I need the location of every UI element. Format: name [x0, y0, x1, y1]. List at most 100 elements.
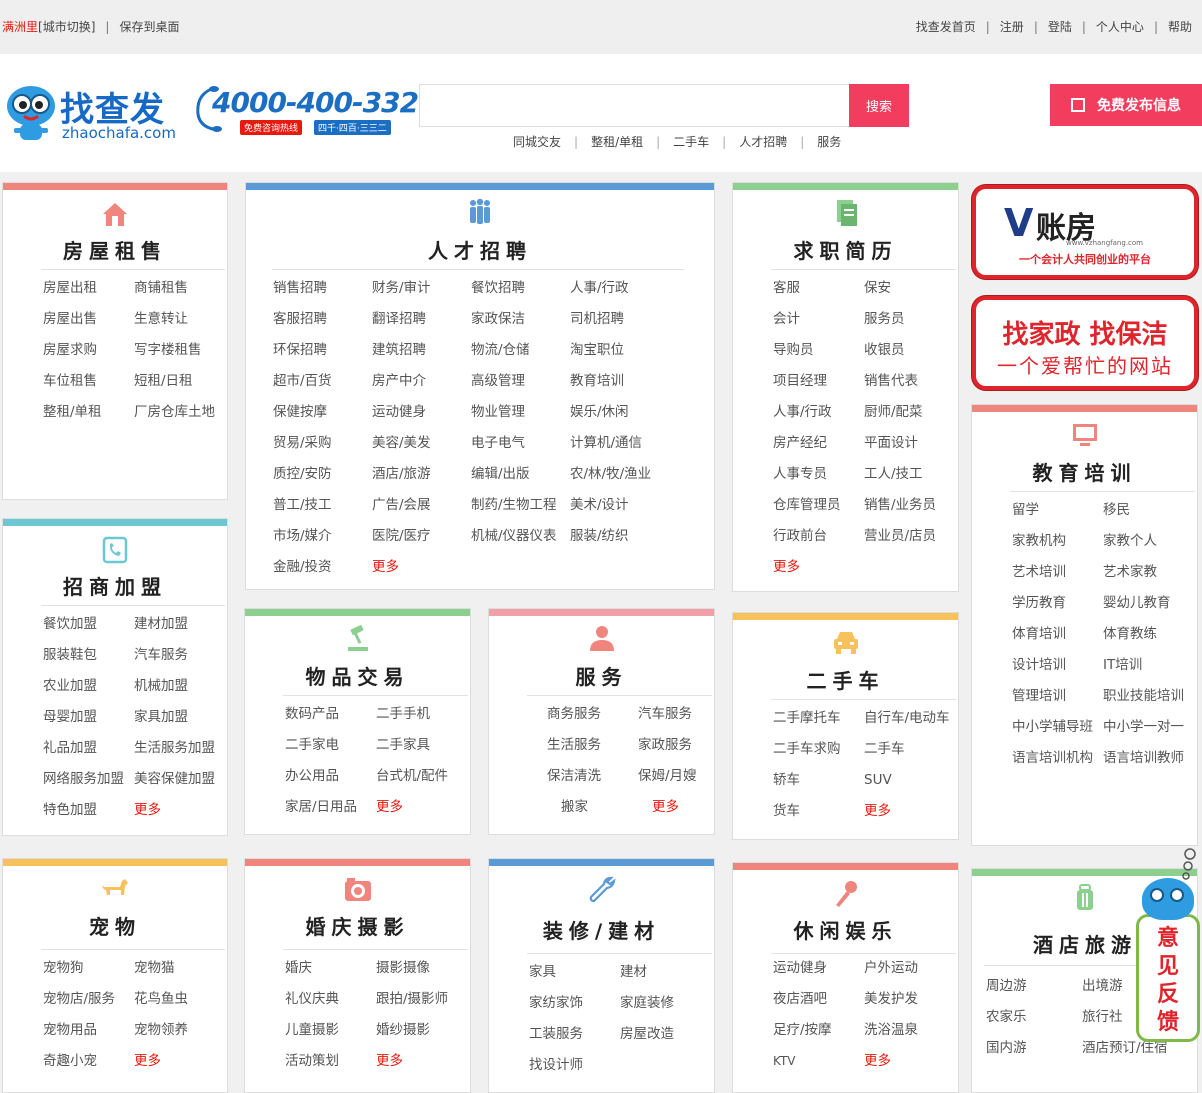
- more-link[interactable]: 更多: [638, 798, 738, 829]
- category-link[interactable]: 建筑招聘: [372, 341, 471, 372]
- category-link[interactable]: 汽车服务: [134, 646, 234, 677]
- category-link[interactable]: 花鸟鱼虫: [134, 990, 234, 1021]
- search-button[interactable]: 搜索: [849, 84, 909, 127]
- category-link[interactable]: 农业加盟: [43, 677, 134, 708]
- category-link[interactable]: 编辑/出版: [471, 465, 570, 496]
- category-link[interactable]: 服务员: [864, 310, 964, 341]
- category-link[interactable]: 宠物店/服务: [43, 990, 134, 1021]
- category-link[interactable]: 家教机构: [1012, 532, 1103, 563]
- category-link[interactable]: 轿车: [773, 771, 864, 802]
- category-link[interactable]: 国内游: [986, 1039, 1082, 1070]
- category-link[interactable]: 婚纱摄影: [376, 1021, 476, 1052]
- category-link[interactable]: 宠物领养: [134, 1021, 234, 1052]
- category-link[interactable]: 仓库管理员: [773, 496, 864, 527]
- category-link[interactable]: 人事/行政: [570, 279, 669, 310]
- quick-link[interactable]: 二手车: [673, 135, 709, 149]
- category-link[interactable]: 营业员/店员: [864, 527, 964, 558]
- category-link[interactable]: 商务服务: [547, 705, 638, 736]
- category-link[interactable]: 制药/生物工程: [471, 496, 570, 527]
- category-link[interactable]: 房产中介: [372, 372, 471, 403]
- login-link[interactable]: 登陆: [1048, 20, 1072, 34]
- category-link[interactable]: 高级管理: [471, 372, 570, 403]
- category-link[interactable]: 二手家电: [285, 736, 376, 767]
- category-link[interactable]: 周边游: [986, 977, 1082, 1008]
- category-link[interactable]: 自行车/电动车: [864, 709, 964, 740]
- category-link[interactable]: 学历教育: [1012, 594, 1103, 625]
- category-link[interactable]: 医院/医疗: [372, 527, 471, 558]
- category-link[interactable]: 整租/单租: [43, 403, 134, 434]
- category-link[interactable]: 礼品加盟: [43, 739, 134, 770]
- category-link[interactable]: 婚庆: [285, 959, 376, 990]
- category-link[interactable]: 房屋出售: [43, 310, 134, 341]
- category-link[interactable]: 语言培训机构: [1012, 749, 1103, 780]
- more-link[interactable]: 更多: [134, 1052, 234, 1083]
- category-link[interactable]: 货车: [773, 802, 864, 833]
- category-link[interactable]: 礼仪庆典: [285, 990, 376, 1021]
- category-link[interactable]: 体育培训: [1012, 625, 1103, 656]
- category-link[interactable]: 搬家: [547, 798, 638, 829]
- category-link[interactable]: 平面设计: [864, 434, 964, 465]
- feedback-widget[interactable]: 意见反馈: [1134, 848, 1202, 1044]
- category-link[interactable]: 贸易/采购: [273, 434, 372, 465]
- category-link[interactable]: 服装/纺织: [570, 527, 669, 558]
- category-link[interactable]: 户外运动: [864, 959, 964, 990]
- quick-link[interactable]: 整租/单租: [591, 135, 643, 149]
- more-link[interactable]: 更多: [773, 558, 864, 589]
- category-link[interactable]: SUV: [864, 771, 964, 802]
- category-link[interactable]: 酒店/旅游: [372, 465, 471, 496]
- category-link[interactable]: 艺术家教: [1103, 563, 1202, 594]
- category-link[interactable]: 建材: [620, 963, 720, 994]
- category-link[interactable]: 房屋改造: [620, 1025, 720, 1056]
- category-link[interactable]: 家政服务: [638, 736, 738, 767]
- category-link[interactable]: 短租/日租: [134, 372, 234, 403]
- category-link[interactable]: 计算机/通信: [570, 434, 669, 465]
- category-link[interactable]: 管理培训: [1012, 687, 1103, 718]
- category-link[interactable]: 摄影摄像: [376, 959, 476, 990]
- category-link[interactable]: 家居/日用品: [285, 798, 376, 829]
- category-link[interactable]: 房产经纪: [773, 434, 864, 465]
- feedback-box[interactable]: 意见反馈: [1136, 914, 1200, 1042]
- category-link[interactable]: 婴幼儿教育: [1103, 594, 1202, 625]
- category-link[interactable]: 财务/审计: [372, 279, 471, 310]
- category-link[interactable]: 中小学辅导班: [1012, 718, 1103, 749]
- category-link[interactable]: 运动健身: [372, 403, 471, 434]
- category-link[interactable]: 娱乐/休闲: [570, 403, 669, 434]
- category-link[interactable]: 特色加盟: [43, 801, 134, 832]
- help-link[interactable]: 帮助: [1168, 20, 1192, 34]
- category-link[interactable]: 生活服务: [547, 736, 638, 767]
- category-link[interactable]: 体育教练: [1103, 625, 1202, 656]
- register-link[interactable]: 注册: [1000, 20, 1024, 34]
- category-link[interactable]: 台式机/配件: [376, 767, 476, 798]
- search-input[interactable]: [419, 84, 849, 127]
- category-link[interactable]: 电子电气: [471, 434, 570, 465]
- category-link[interactable]: 留学: [1012, 501, 1103, 532]
- more-link[interactable]: 更多: [134, 801, 234, 832]
- category-link[interactable]: 农家乐: [986, 1008, 1082, 1039]
- category-link[interactable]: 厂房仓库土地: [134, 403, 234, 434]
- category-link[interactable]: 广告/会展: [372, 496, 471, 527]
- home-link[interactable]: 找查发首页: [916, 20, 976, 34]
- category-link[interactable]: 美发护发: [864, 990, 964, 1021]
- category-link[interactable]: 房屋出租: [43, 279, 134, 310]
- category-link[interactable]: 汽车服务: [638, 705, 738, 736]
- category-link[interactable]: 保安: [864, 279, 964, 310]
- more-link[interactable]: 更多: [864, 802, 964, 833]
- category-link[interactable]: 宠物用品: [43, 1021, 134, 1052]
- category-link[interactable]: 美容保健加盟: [134, 770, 234, 801]
- category-link[interactable]: 跟拍/摄影师: [376, 990, 476, 1021]
- category-link[interactable]: 客服: [773, 279, 864, 310]
- category-link[interactable]: 家具: [529, 963, 620, 994]
- category-link[interactable]: KTV: [773, 1052, 864, 1083]
- category-link[interactable]: 设计培训: [1012, 656, 1103, 687]
- category-link[interactable]: 家教个人: [1103, 532, 1202, 563]
- ad-zhangfang[interactable]: V 账房 www.vzhangfang.com 一个会计人共同创业的平台: [972, 185, 1198, 279]
- category-link[interactable]: 运动健身: [773, 959, 864, 990]
- category-link[interactable]: 二手家具: [376, 736, 476, 767]
- category-link[interactable]: 移民: [1103, 501, 1202, 532]
- category-link[interactable]: 二手摩托车: [773, 709, 864, 740]
- category-link[interactable]: 餐饮招聘: [471, 279, 570, 310]
- category-link[interactable]: 宠物猫: [134, 959, 234, 990]
- category-link[interactable]: 环保招聘: [273, 341, 372, 372]
- category-link[interactable]: 项目经理: [773, 372, 864, 403]
- category-link[interactable]: 二手手机: [376, 705, 476, 736]
